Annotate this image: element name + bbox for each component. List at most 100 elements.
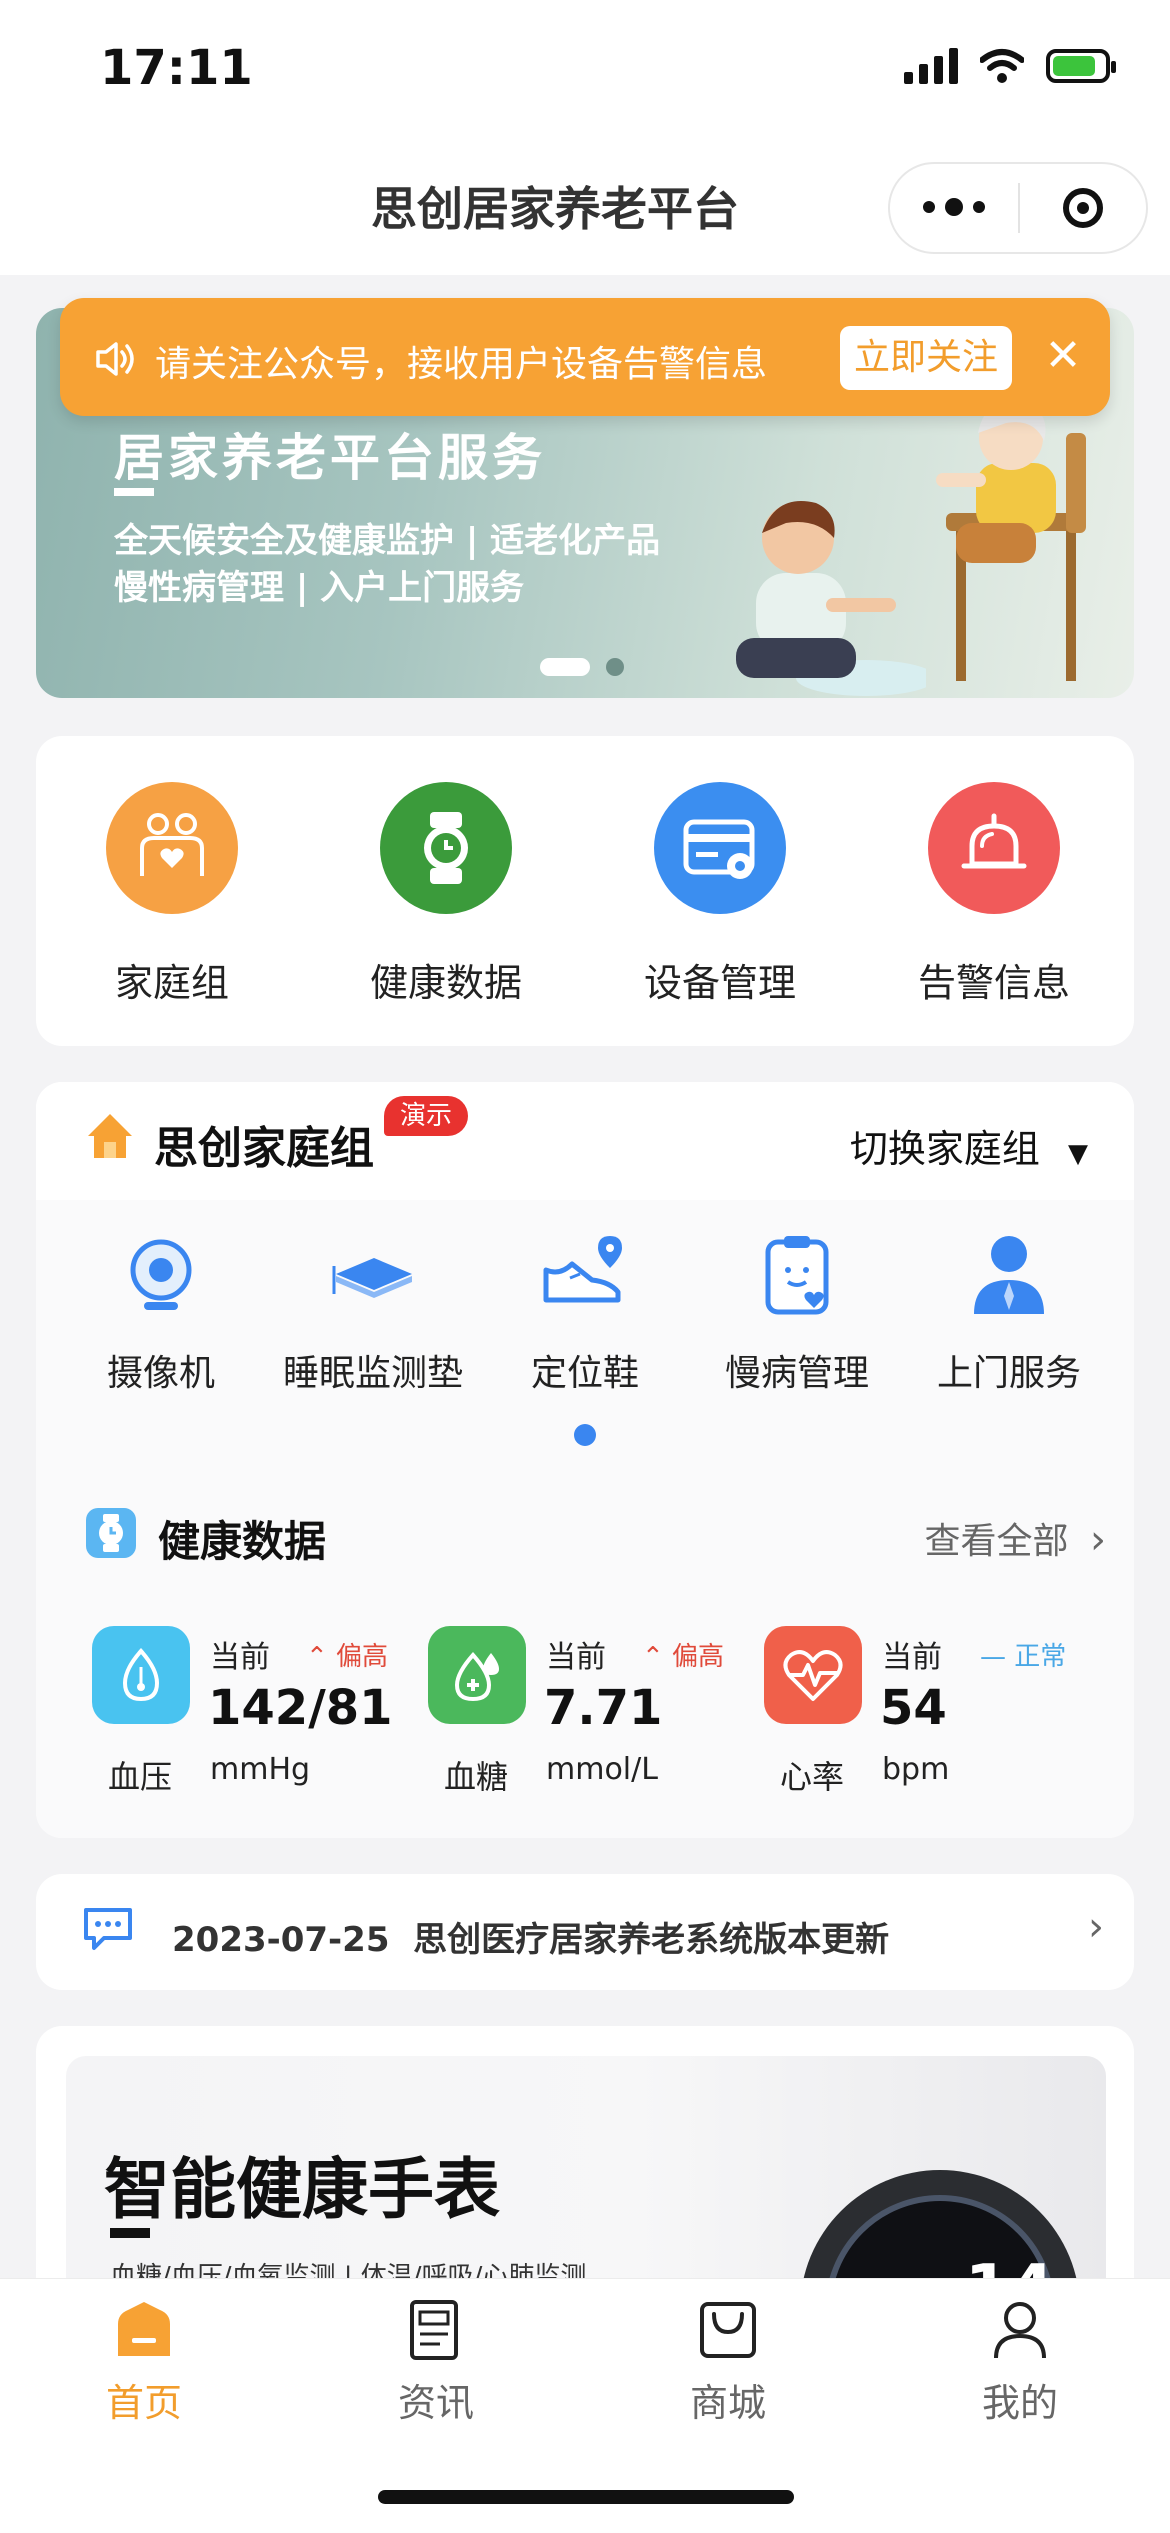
demo-badge: 演示 [384, 1096, 469, 1136]
news-icon [410, 2300, 458, 2360]
blood-pressure-icon [92, 1626, 190, 1724]
metric-value: 7.71 [544, 1680, 663, 1736]
health-data-title: 健康数据 [158, 1517, 327, 1566]
card-settings-icon [654, 782, 786, 914]
family-icon [106, 782, 238, 914]
heart-rate-icon [764, 1626, 862, 1724]
close-icon[interactable]: ✕ [1040, 326, 1086, 386]
banner-line-1: 全天候安全及健康监护 | 适老化产品 [114, 521, 661, 561]
banner-pagination [540, 658, 624, 676]
metric-value: 142/81 [208, 1680, 393, 1736]
follow-button[interactable]: 立即关注 [840, 326, 1012, 390]
menu-device-management[interactable]: 设备管理 [620, 782, 820, 1007]
notice-text: 请关注公众号，接收用户设备告警信息 [155, 344, 768, 385]
cellular-signal-icon [904, 48, 958, 84]
menu-alarm-info[interactable]: 告警信息 [894, 782, 1094, 1007]
tab-label: 商城 [689, 2381, 766, 2425]
device-label: 上门服务 [936, 1353, 1081, 1394]
metric-current-label: 当前 [546, 1640, 606, 1675]
device-sleep-pad[interactable]: 睡眠监测垫 [268, 1230, 478, 1396]
device-label: 定位鞋 [530, 1353, 639, 1394]
device-location-shoe[interactable]: 定位鞋 [480, 1230, 690, 1396]
user-icon [994, 2302, 1046, 2359]
tab-home[interactable]: 首页 [44, 2298, 244, 2427]
news-title: 思创医疗居家养老系统版本更新 [413, 1920, 890, 1960]
banner-dot-active[interactable] [540, 658, 590, 676]
metric-current-label: 当前 [882, 1640, 942, 1675]
elder-illustration [936, 401, 1086, 681]
tab-shop[interactable]: 商城 [628, 2298, 828, 2427]
banner-divider [114, 488, 154, 496]
family-group-title: 思创家庭组 [154, 1123, 374, 1174]
view-all-label: 查看全部 [924, 1521, 1069, 1562]
device-chronic-disease[interactable]: 慢病管理 [692, 1230, 902, 1396]
device-home-service[interactable]: 上门服务 [904, 1230, 1114, 1396]
menu-family-group[interactable]: 家庭组 [72, 782, 272, 1007]
more-icon[interactable] [890, 197, 1018, 216]
close-miniprogram-icon[interactable] [1020, 188, 1146, 228]
metric-blood-sugar[interactable] [428, 1626, 526, 1724]
product-title: 智能健康手表 [104, 2151, 500, 2228]
message-icon [84, 1908, 132, 1950]
device-label: 慢病管理 [724, 1353, 869, 1394]
menu-health-data[interactable]: 健康数据 [346, 782, 546, 1007]
status-time: 17:11 [100, 40, 253, 96]
tab-news[interactable]: 资讯 [336, 2298, 536, 2427]
status-icons [904, 48, 1116, 84]
view-all-link[interactable]: 查看全部 › [925, 1512, 1106, 1564]
tab-label: 首页 [105, 2381, 182, 2425]
bed-icon [332, 1258, 412, 1298]
device-label: 摄像机 [106, 1353, 215, 1394]
tab-label: 资讯 [397, 2381, 474, 2425]
metric-unit: mmol/L [546, 1752, 658, 1787]
battery-icon [1046, 49, 1116, 83]
metric-heart-rate[interactable] [764, 1626, 862, 1724]
metric-name: 血压 [108, 1758, 173, 1796]
news-date: 2023-07-25 [172, 1920, 390, 1960]
health-watch-icon [86, 1508, 136, 1558]
wifi-icon [980, 49, 1024, 83]
device-page-indicator [574, 1424, 596, 1446]
metric-status: — 正常 [980, 1642, 1067, 1672]
metric-status: ⌃ 偏高 [306, 1642, 389, 1672]
home-indicator [378, 2490, 794, 2504]
home-icon [118, 2302, 170, 2356]
device-camera[interactable]: 摄像机 [56, 1230, 266, 1396]
metric-name: 血糖 [444, 1758, 509, 1796]
switch-label: 切换家庭组 [849, 1127, 1040, 1171]
metric-unit: mmHg [210, 1752, 311, 1787]
chevron-right-icon: › [1090, 1517, 1106, 1563]
news-headline: 2023-07-25 思创医疗居家养老系统版本更新 [172, 1912, 889, 1961]
menu-label: 告警信息 [917, 961, 1070, 1005]
shop-bag-icon [700, 2302, 756, 2358]
tab-label: 我的 [981, 2381, 1058, 2425]
camera-icon [130, 1239, 192, 1310]
watch-icon [380, 782, 512, 914]
dropdown-arrow-icon: ▼ [1068, 1139, 1088, 1169]
banner-title: 居家养老平台服务 [114, 429, 546, 487]
banner-dot[interactable] [606, 658, 624, 676]
mini-program-capsule [888, 162, 1148, 254]
metric-value: 54 [880, 1680, 947, 1736]
blood-sugar-icon [428, 1626, 526, 1724]
chevron-right-icon: › [1088, 1904, 1104, 1950]
tab-profile[interactable]: 我的 [920, 2298, 1120, 2427]
metric-unit: bpm [882, 1752, 950, 1787]
caregiver-illustration [736, 501, 926, 696]
metric-status: ⌃ 偏高 [642, 1642, 725, 1672]
metric-current-label: 当前 [210, 1640, 270, 1675]
clipboard-icon [765, 1236, 829, 1315]
speaker-icon [96, 342, 134, 376]
banner-line-2: 慢性病管理 | 入户上门服务 [114, 568, 525, 608]
metric-name: 心率 [780, 1758, 845, 1796]
menu-label: 家庭组 [114, 961, 229, 1005]
bell-icon [928, 782, 1060, 914]
product-divider [110, 2228, 150, 2238]
person-icon [974, 1236, 1044, 1314]
device-label: 睡眠监测垫 [282, 1353, 463, 1394]
house-icon [88, 1114, 132, 1158]
metric-blood-pressure[interactable] [92, 1626, 190, 1724]
switch-family-group-button[interactable]: 切换家庭组 ▼ [850, 1118, 1088, 1173]
shoe-icon [543, 1236, 622, 1303]
menu-label: 设备管理 [643, 961, 796, 1005]
